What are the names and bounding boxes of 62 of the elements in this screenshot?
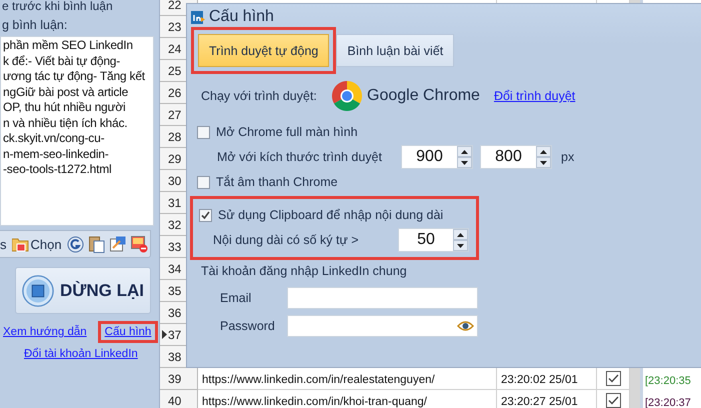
current-row-icon — [162, 330, 167, 339]
url-cell: https://www.linkedin.com/in/khoi-tran-quang/ — [198, 390, 497, 408]
checkbox-label: Sử dụng Clipboard để nhập nội dung dài — [218, 208, 444, 222]
number-field[interactable]: 800 — [480, 145, 552, 169]
down-triangle-icon — [457, 244, 464, 248]
log-line: [23:20:37 — [645, 397, 691, 408]
choose-button[interactable]: Chọn — [12, 236, 62, 252]
down-triangle-icon — [461, 160, 468, 164]
comment-text-area[interactable]: phần mềm SEO LinkedIn k để:- Viết bài tự động- ương tác tự động- Tăng kết ngGiữ bài post và article OP, thu hút nhiều người n và nhiều tiện ích khác. ck.skyit.vn/cong-cu- n-mem-seo-linkedin- -seo-tools-t1272.html — [0, 36, 154, 226]
dialog-title: Cấu hình — [209, 8, 274, 26]
size-label: Mở với kích thước trình duyệt — [217, 150, 383, 164]
checkbox[interactable] — [606, 371, 620, 386]
browser-label: Chạy với trình duyệt: — [201, 89, 318, 103]
spin-up-button[interactable] — [453, 229, 468, 240]
up-triangle-icon — [457, 232, 464, 236]
tab[interactable]: Trình duyệt tự động — [198, 34, 330, 67]
password-label: Password — [220, 319, 276, 333]
toolbar-text: s — [0, 236, 6, 252]
checkbox[interactable] — [197, 176, 210, 188]
checkbox-label: Tắt âm thanh Chrome — [216, 175, 338, 189]
help-link[interactable]: Cấu hình — [98, 321, 158, 343]
checkbox[interactable] — [197, 126, 210, 138]
email-field[interactable] — [287, 287, 478, 309]
spin-up-button[interactable] — [536, 146, 551, 157]
image-remove-icon[interactable] — [130, 236, 148, 252]
unit-label: px — [561, 150, 574, 164]
stop-icon — [22, 274, 54, 306]
browser-logo-icon — [331, 80, 363, 112]
spin-up-button[interactable] — [457, 146, 472, 157]
up-triangle-icon — [461, 150, 468, 154]
app-icon — [191, 10, 205, 24]
folder-icon — [12, 236, 28, 252]
scroll-gutter — [630, 390, 640, 408]
eye-icon[interactable] — [457, 321, 474, 331]
option-label: e trước khi bình luận — [2, 0, 114, 13]
spin-down-button[interactable] — [453, 240, 468, 251]
switch-account-link[interactable]: Đổi tài khoản LinkedIn — [24, 348, 159, 360]
spin-down-button[interactable] — [536, 157, 551, 168]
browser-name: Google Chrome — [367, 87, 480, 105]
g-circle-icon[interactable] — [66, 236, 84, 252]
number-field[interactable]: 900 — [401, 145, 473, 169]
time-cell: 23:20:27 25/01 — [497, 390, 597, 408]
up-triangle-icon — [540, 150, 547, 154]
change-browser-link[interactable]: Đổi trình duyệt — [494, 89, 576, 103]
password-field[interactable] — [287, 315, 478, 337]
row-header: 40 — [160, 390, 198, 408]
checkbox[interactable] — [199, 208, 212, 222]
log-line: [23:20:35 — [645, 375, 691, 387]
number-field[interactable]: 50 — [398, 228, 469, 252]
stop-button[interactable]: DỪNG LẠI — [15, 267, 151, 314]
checkbox-label: Mở Chrome full màn hình — [216, 125, 358, 139]
account-heading: Tài khoản đăng nhập LinkedIn chung — [201, 264, 408, 278]
email-label: Email — [220, 291, 252, 305]
spin-down-button[interactable] — [457, 157, 472, 168]
row-header: 39 — [160, 368, 198, 390]
comment-label: g bình luận: — [2, 18, 68, 32]
tab[interactable]: Bình luận bài viết — [336, 34, 454, 67]
checkbox[interactable] — [606, 393, 620, 408]
down-triangle-icon — [540, 160, 547, 164]
clipboard-icon[interactable] — [88, 235, 105, 253]
length-label: Nội dung dài có số ký tự > — [213, 233, 360, 247]
help-link[interactable]: Xem hướng dẫn — [0, 321, 94, 343]
